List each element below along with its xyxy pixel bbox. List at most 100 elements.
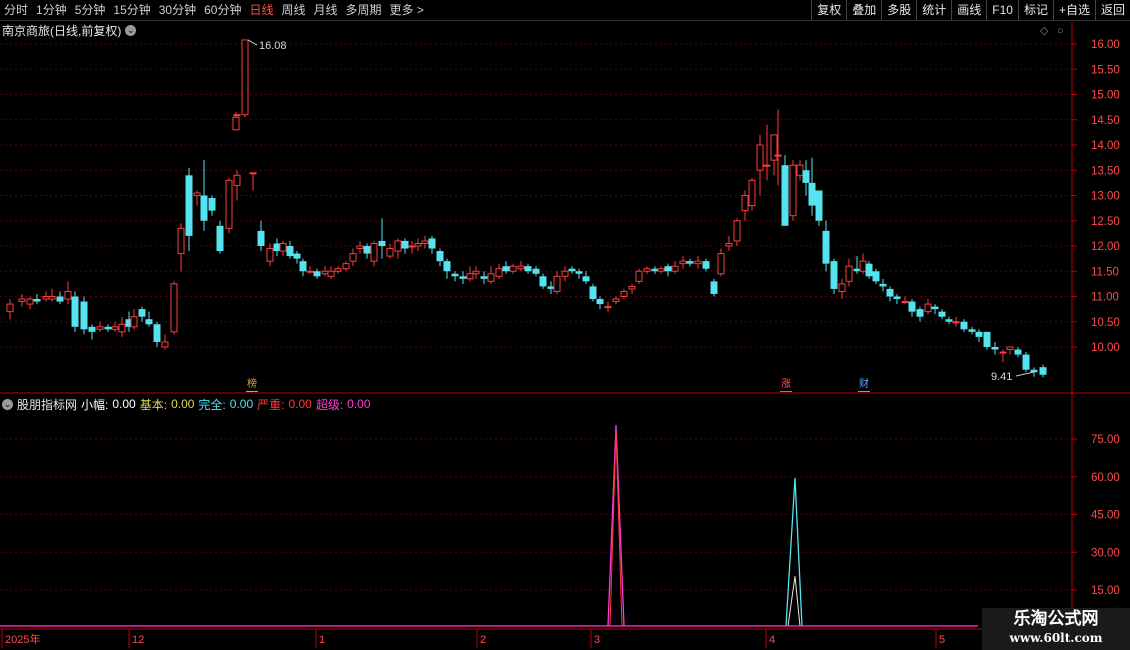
indicator-axis-label: 75.00 bbox=[1091, 434, 1120, 446]
indicator-field-value-0: 0.00 bbox=[112, 397, 136, 411]
candlestick-series bbox=[6, 39, 1047, 378]
price-axis-label: 14.50 bbox=[1091, 115, 1120, 127]
candle-body-down bbox=[480, 276, 488, 279]
candle-body-down bbox=[378, 240, 386, 246]
candle-body-down bbox=[257, 230, 265, 246]
candle-body-down bbox=[1022, 354, 1030, 370]
candle-body-up bbox=[6, 303, 14, 313]
candle-body-down bbox=[436, 251, 444, 262]
indicator-field-label-4: 超级: bbox=[315, 397, 344, 412]
price-tag-2[interactable]: 财 bbox=[858, 379, 870, 392]
candle-body-up bbox=[233, 114, 241, 117]
candle-body-down bbox=[808, 182, 816, 206]
candle-body-down bbox=[815, 190, 823, 221]
candle-body-down bbox=[273, 243, 281, 252]
candle-body-up bbox=[130, 316, 138, 328]
candle-body-down bbox=[589, 286, 597, 300]
time-axis-label: 4 bbox=[769, 634, 775, 646]
candle-body-down bbox=[596, 299, 604, 305]
candle-body-up bbox=[96, 326, 104, 330]
candle-body-up bbox=[671, 265, 679, 272]
candle-body-down bbox=[532, 268, 540, 274]
candle-body-down bbox=[88, 326, 96, 332]
time-axis-label: 2025年 bbox=[5, 632, 40, 646]
candle-body-up bbox=[408, 245, 416, 248]
time-axis-label: 1 bbox=[319, 634, 325, 646]
candle-body-down bbox=[822, 230, 830, 264]
candle-body-down bbox=[931, 306, 939, 310]
candle-body-up bbox=[1006, 346, 1014, 351]
candle-body-down bbox=[208, 198, 216, 211]
candle-body-down bbox=[1039, 367, 1047, 375]
candle-body-up bbox=[18, 298, 26, 303]
candle-body-down bbox=[916, 309, 924, 317]
candle-body-up bbox=[901, 301, 909, 304]
candle-body-up bbox=[421, 240, 429, 244]
price-tag-0[interactable]: 榜 bbox=[246, 379, 258, 392]
indicator-axis-label: 30.00 bbox=[1091, 547, 1120, 559]
candle-body-up bbox=[334, 268, 342, 272]
chevron-down-icon[interactable]: ⌄ bbox=[2, 398, 13, 410]
kline-chart[interactable]: 16.00 15.50 15.00 14.50 14.00 13.50 13.00 12.50… bbox=[0, 0, 1130, 650]
candle-body-down bbox=[938, 311, 946, 317]
candle-body-up bbox=[741, 195, 749, 212]
candle-body-down bbox=[686, 261, 694, 264]
super-series-spike bbox=[607, 425, 625, 627]
candle-body-down bbox=[879, 283, 887, 287]
candle-body-down bbox=[539, 276, 547, 287]
candle-body-down bbox=[153, 324, 161, 342]
price-axis-label: 13.00 bbox=[1091, 191, 1120, 203]
candle-body-up bbox=[620, 290, 628, 298]
indicator-name: 股朋指标网 bbox=[17, 397, 78, 412]
candle-body-up bbox=[604, 306, 612, 309]
candle-body-up bbox=[628, 285, 636, 290]
candle-body-up bbox=[370, 242, 378, 262]
candle-body-up bbox=[561, 270, 569, 277]
candle-body-up bbox=[517, 265, 525, 270]
indicator-field-label-2: 完全: bbox=[198, 397, 226, 412]
candle-body-up bbox=[487, 273, 495, 282]
price-axis-label: 10.50 bbox=[1091, 317, 1120, 329]
candle-body-up bbox=[553, 275, 561, 292]
indicator-field-value-1: 0.00 bbox=[171, 397, 195, 411]
candle-body-down bbox=[286, 246, 294, 257]
diamond-icon: ◇ bbox=[1040, 25, 1049, 37]
price-axis-label: 15.00 bbox=[1091, 90, 1120, 102]
indicator-field-value-3: 0.00 bbox=[288, 397, 312, 411]
candle-body-up bbox=[306, 270, 314, 273]
candle-body-up bbox=[859, 260, 867, 272]
candle-body-up bbox=[763, 164, 771, 167]
candle-body-up bbox=[170, 283, 178, 333]
candle-body-up bbox=[26, 298, 34, 305]
candle-body-up bbox=[193, 192, 201, 197]
candle-body-down bbox=[401, 240, 409, 249]
candle-body-up bbox=[414, 242, 422, 247]
price-axis-label: 16.00 bbox=[1091, 39, 1120, 51]
candle-body-up bbox=[232, 116, 240, 131]
candle-body-down bbox=[299, 261, 307, 272]
candle-body-down bbox=[702, 261, 710, 269]
price-axis-label: 15.50 bbox=[1091, 64, 1120, 76]
candle-body-up bbox=[356, 245, 364, 250]
candle-body-up bbox=[111, 326, 119, 330]
price-axis-label: 11.00 bbox=[1091, 292, 1119, 304]
candle-body-down bbox=[200, 195, 208, 221]
candle-body-up bbox=[233, 174, 241, 186]
candle-body-up bbox=[342, 263, 350, 270]
candle-body-up bbox=[386, 248, 394, 257]
candle-body-up bbox=[48, 296, 56, 300]
candle-body-down bbox=[886, 288, 894, 297]
candle-body-up bbox=[694, 260, 702, 265]
time-axis-label: 5 bbox=[939, 634, 945, 646]
candle-body-down bbox=[991, 347, 999, 350]
candle-body-up bbox=[472, 270, 480, 275]
candle-body-down bbox=[363, 246, 371, 254]
candle-body-up bbox=[635, 270, 643, 282]
price-tag-1[interactable]: 涨 bbox=[780, 379, 792, 392]
candle-body-down bbox=[185, 175, 193, 236]
circle-icon: ○ bbox=[1057, 25, 1064, 37]
candle-body-down bbox=[651, 268, 659, 272]
candle-body-down bbox=[138, 309, 146, 317]
indicator-field-value-4: 0.00 bbox=[347, 397, 371, 411]
price-axis-label: 14.00 bbox=[1091, 140, 1120, 152]
